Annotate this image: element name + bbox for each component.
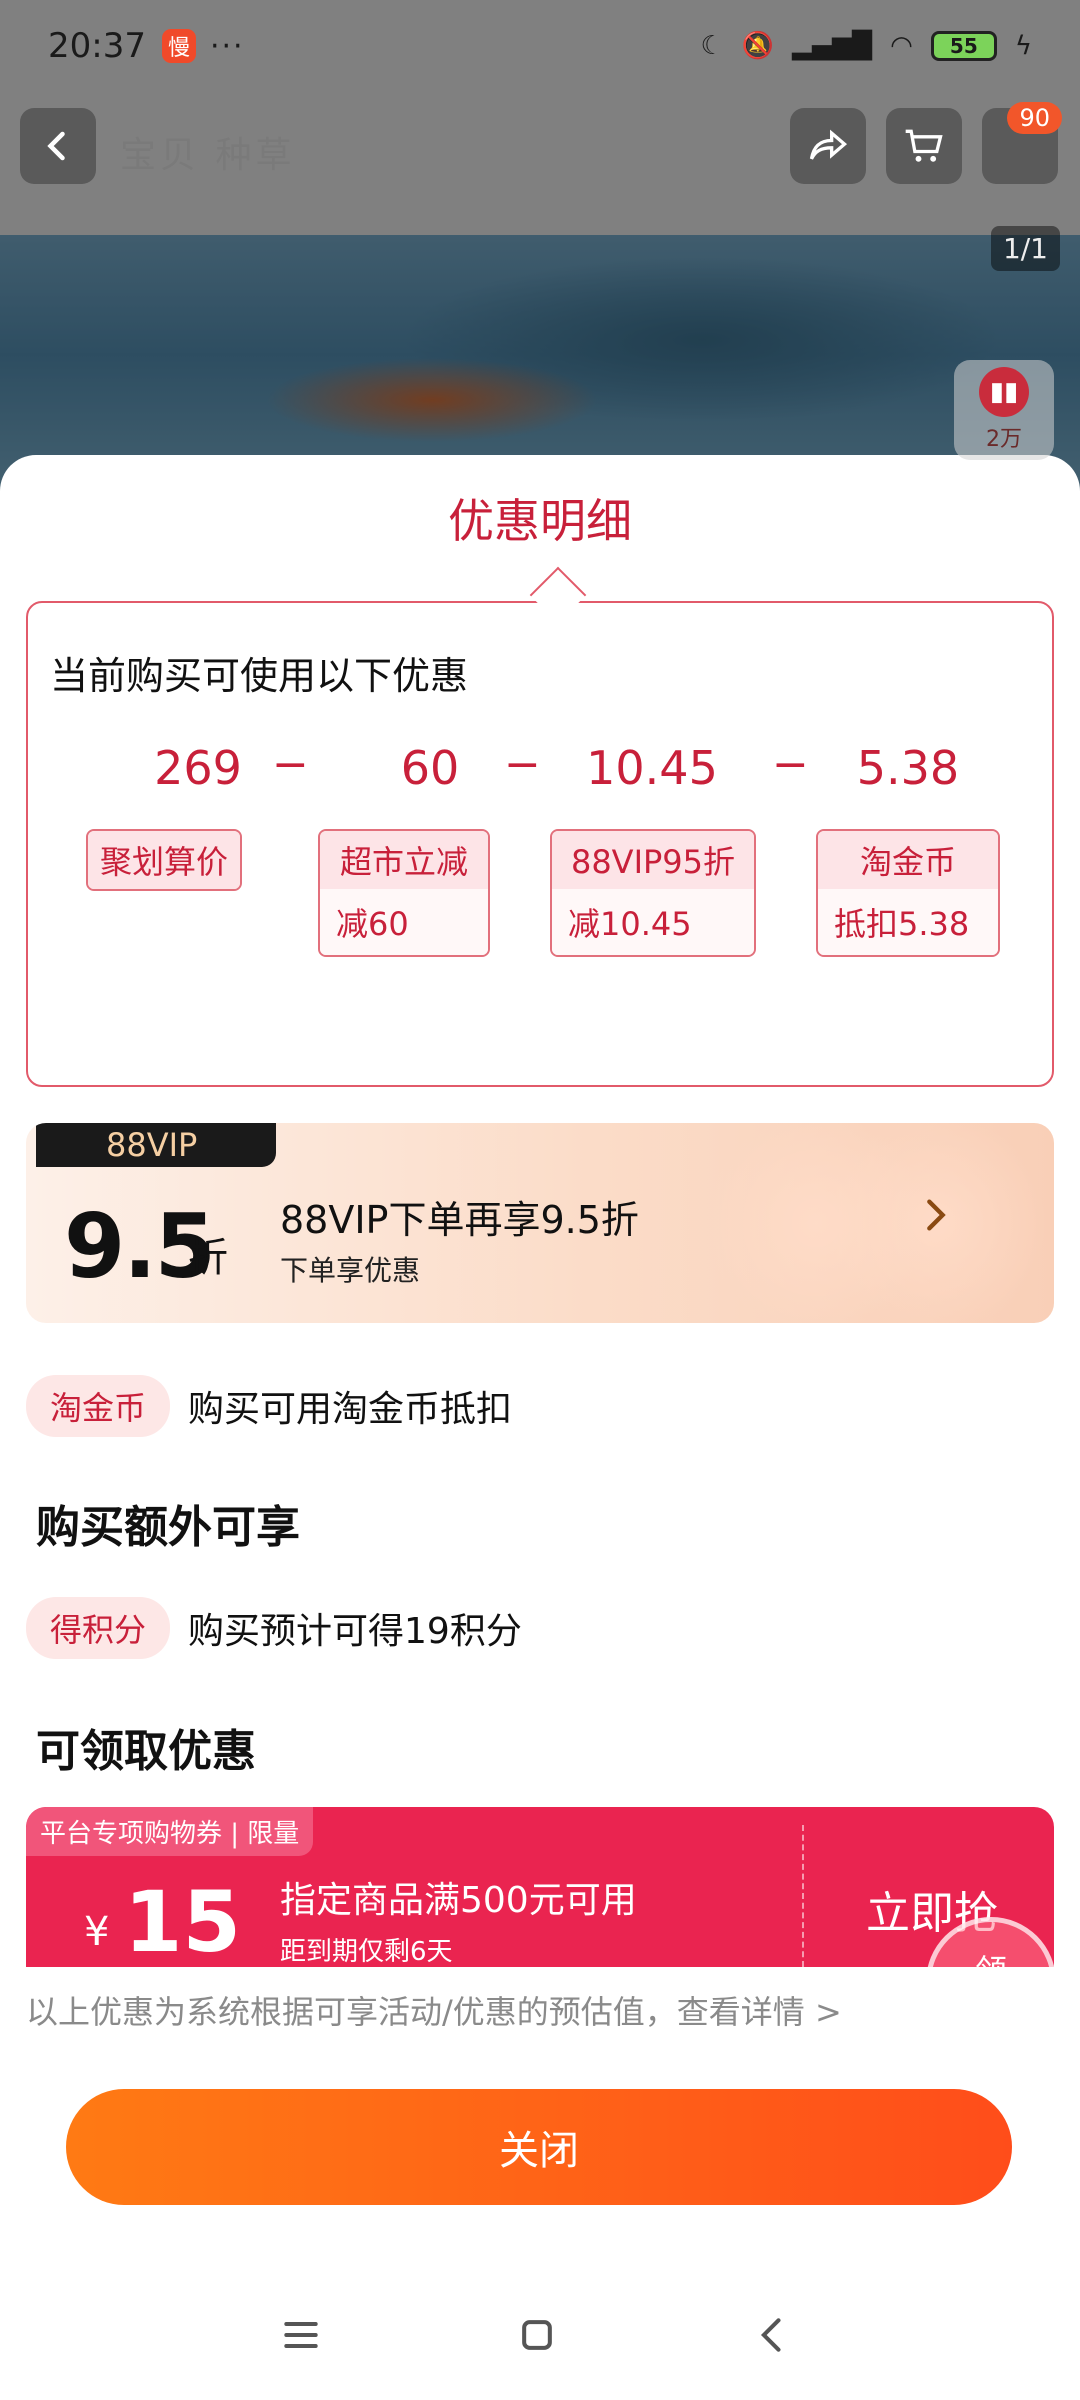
tag-detail: 减60 bbox=[320, 889, 488, 955]
battery-icon: 55 bbox=[930, 31, 997, 61]
tag-label: 超市立减 bbox=[320, 831, 488, 889]
tag-label: 淘金币 bbox=[818, 831, 998, 889]
coupon-card: 平台专项购物券 | 限量 ¥ 15 指定商品满500元可用 距到期仅剩6天 立即… bbox=[26, 1807, 1054, 1967]
calc-value-base: 269 bbox=[154, 741, 242, 795]
coin-pill: 淘金币 bbox=[26, 1375, 171, 1437]
minus-operator: − bbox=[504, 739, 541, 790]
calc-value-vip: 10.45 bbox=[586, 741, 718, 795]
calc-heading: 当前购买可使用以下优惠 bbox=[50, 654, 469, 698]
cart-count-badge: 90 bbox=[1007, 102, 1062, 134]
recent-apps-button[interactable] bbox=[266, 2300, 336, 2370]
tag-coin: 淘金币 抵扣5.38 bbox=[816, 829, 1000, 957]
points-row: 得积分 购买预计可得19积分 bbox=[26, 1597, 522, 1659]
vip-badge: 88VIP bbox=[36, 1123, 276, 1167]
cart-icon bbox=[905, 129, 943, 162]
status-bar: 20:37 慢 ··· ☾ 🔕 ▂▄▆█ ◠ 55 ϟ bbox=[0, 0, 1080, 92]
tag-label: 聚划算价 bbox=[88, 831, 241, 889]
calc-notch bbox=[529, 566, 587, 624]
tag-label: 88VIP95折 bbox=[552, 831, 754, 889]
discount-detail-sheet: 优惠明细 当前购买可使用以下优惠 269 − 60 − 10.45 − 5.38… bbox=[0, 455, 1080, 2400]
cart-button[interactable] bbox=[886, 108, 962, 184]
calc-value-supermarket: 60 bbox=[400, 741, 460, 795]
estimate-disclaimer-link[interactable]: 以上优惠为系统根据可享活动/优惠的预估值，查看详情 > bbox=[26, 1987, 842, 2033]
nav-tabs[interactable]: 宝贝 种草 bbox=[120, 126, 295, 178]
vip-title: 88VIP下单再享9.5折 bbox=[280, 1198, 639, 1242]
chevron-right-icon bbox=[927, 1199, 946, 1231]
price-calculation-box: 当前购买可使用以下优惠 269 − 60 − 10.45 − 5.38 聚划算价… bbox=[26, 566, 1056, 1087]
charging-icon: ϟ bbox=[1014, 31, 1032, 61]
share-button[interactable] bbox=[790, 108, 866, 184]
app-notification-icon: 慢 bbox=[161, 29, 196, 63]
minus-operator: − bbox=[772, 739, 809, 790]
points-row-text: 购买预计可得19积分 bbox=[188, 1611, 522, 1652]
points-pill: 得积分 bbox=[26, 1597, 171, 1659]
vip-rate-unit: 折 bbox=[188, 1235, 228, 1281]
home-button[interactable] bbox=[502, 2300, 572, 2370]
like-count: 2万 bbox=[986, 427, 1022, 452]
menu-icon bbox=[284, 2321, 318, 2349]
extra-benefits-title: 购买额外可享 bbox=[36, 1502, 300, 1553]
tag-vip: 88VIP95折 减10.45 bbox=[550, 829, 756, 957]
coupon-divider bbox=[802, 1825, 804, 1967]
system-back-button[interactable] bbox=[738, 2300, 808, 2370]
coupon-type-tag: 平台专项购物券 | 限量 bbox=[26, 1807, 314, 1856]
system-nav-bar bbox=[0, 2290, 1080, 2380]
signal-icon: ▂▄▆█ bbox=[792, 31, 873, 61]
moon-icon: ☾ bbox=[700, 31, 724, 61]
more-button[interactable]: 90 bbox=[982, 102, 1062, 184]
square-icon bbox=[522, 2320, 552, 2350]
calc-value-coin: 5.38 bbox=[856, 741, 960, 795]
coin-row-text: 购买可用淘金币抵扣 bbox=[188, 1389, 513, 1430]
like-widget[interactable]: ▮▮ 2万 bbox=[954, 360, 1054, 460]
status-time: 20:37 bbox=[48, 26, 146, 66]
top-nav: 宝贝 种草 90 bbox=[0, 102, 1080, 188]
share-icon bbox=[809, 129, 848, 160]
chevron-left-icon bbox=[47, 131, 65, 161]
calc-values-row: 269 − 60 − 10.45 − 5.38 bbox=[28, 739, 1056, 801]
close-button[interactable]: 关闭 bbox=[66, 2089, 1012, 2205]
coupon-condition: 指定商品满500元可用 bbox=[280, 1880, 637, 1921]
coupon-currency: ¥ bbox=[84, 1909, 110, 1955]
wifi-icon: ◠ bbox=[890, 31, 913, 61]
back-button[interactable] bbox=[20, 108, 96, 184]
coin-row: 淘金币 购买可用淘金币抵扣 bbox=[26, 1375, 512, 1437]
tag-detail: 减10.45 bbox=[552, 889, 754, 955]
sheet-title: 优惠明细 bbox=[448, 494, 632, 548]
tag-juhuasuan: 聚划算价 bbox=[86, 829, 243, 891]
more-notifications-icon: ··· bbox=[209, 28, 245, 64]
minus-operator: − bbox=[272, 739, 309, 790]
tag-supermarket: 超市立减 减60 bbox=[318, 829, 490, 957]
status-icons: ☾ 🔕 ▂▄▆█ ◠ 55 ϟ bbox=[700, 31, 1032, 61]
mute-icon: 🔕 bbox=[741, 31, 775, 61]
coupon-expiry: 距到期仅剩6天 bbox=[280, 1937, 453, 1967]
bar-chart-icon: ▮▮ bbox=[979, 367, 1029, 417]
coupon-amount: 15 bbox=[124, 1873, 241, 1967]
vip-discount-card[interactable]: 88VIP 9.5 折 88VIP下单再享9.5折 下单享优惠 bbox=[26, 1123, 1054, 1323]
image-counter: 1/1 bbox=[990, 226, 1060, 271]
claimable-offers-title: 可领取优惠 bbox=[36, 1726, 256, 1777]
tag-detail: 抵扣5.38 bbox=[818, 889, 998, 955]
vip-subtitle: 下单享优惠 bbox=[280, 1254, 421, 1287]
chevron-left-icon bbox=[760, 2318, 781, 2352]
